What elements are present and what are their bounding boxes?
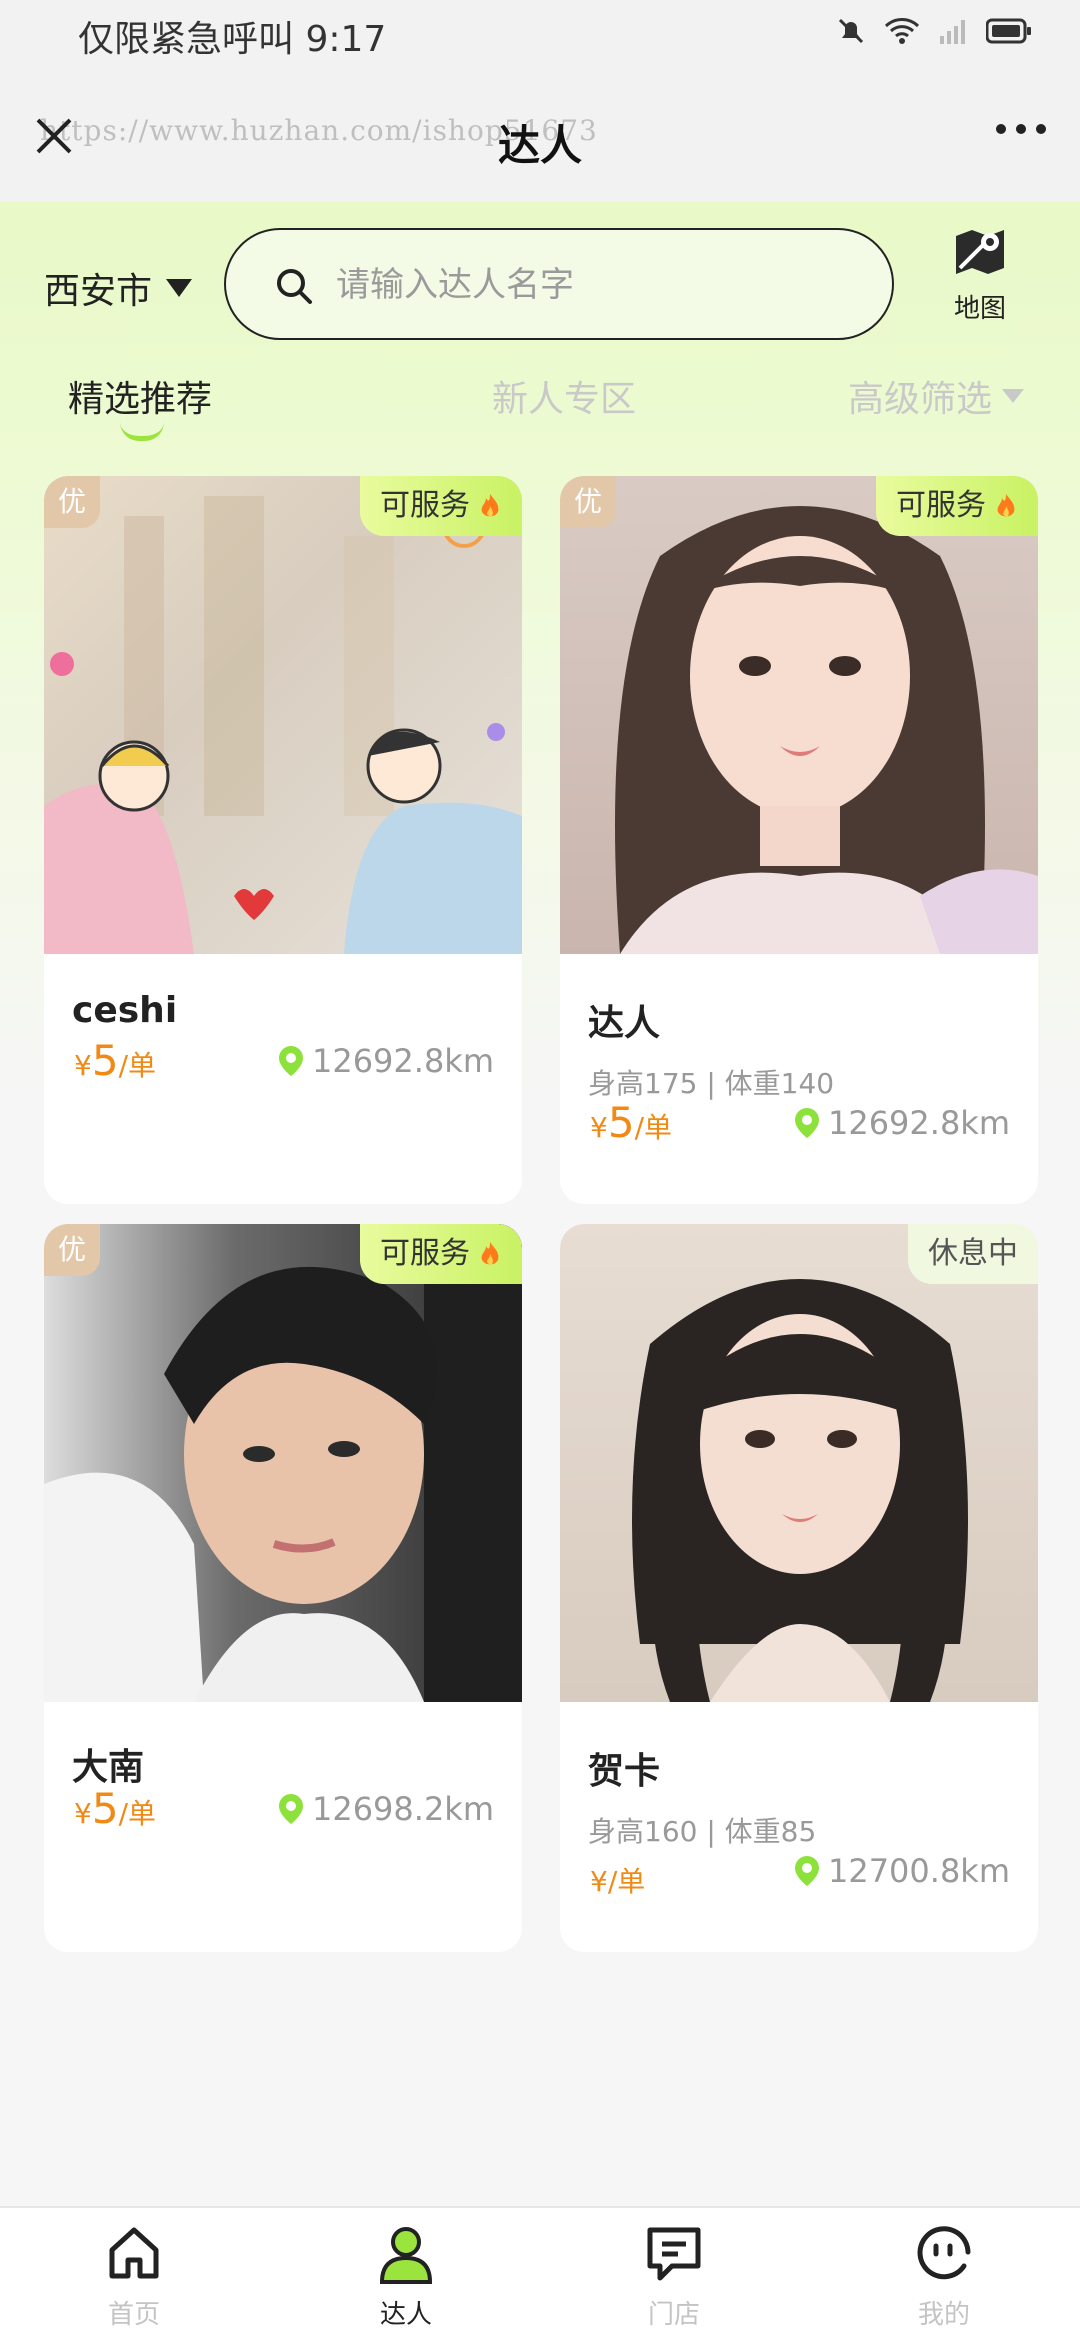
- status-badge: 可服务: [360, 1224, 522, 1284]
- distance-value: 12692.8km: [827, 1104, 1010, 1142]
- talent-name: 大南: [72, 1747, 145, 1788]
- page-title: 达人: [497, 121, 582, 170]
- home-icon: [109, 2227, 159, 2279]
- tab-newcomers[interactable]: 新人专区: [492, 370, 636, 422]
- person-icon: [379, 2227, 433, 2284]
- tabbar-label: 门店: [647, 2300, 700, 2330]
- city-label: 西安市: [44, 271, 153, 312]
- price: ¥/单: [590, 1852, 645, 1901]
- location-pin-icon: [278, 1794, 303, 1824]
- distance: 12692.8km: [278, 1042, 494, 1080]
- tab-indicator: [120, 422, 164, 441]
- distance: 12692.8km: [794, 1104, 1010, 1142]
- tabbar-label: 首页: [107, 2300, 160, 2330]
- fire-icon: [481, 1242, 499, 1265]
- tab-advanced-filter[interactable]: 高级筛选: [848, 370, 1025, 422]
- premium-badge: 优: [44, 1224, 100, 1276]
- price: ¥5/单: [74, 1036, 156, 1085]
- tab-label: 精选推荐: [68, 379, 213, 420]
- price: ¥5/单: [74, 1784, 156, 1833]
- signal-icon: [940, 20, 965, 44]
- tabbar-item-home[interactable]: 首页: [74, 2222, 194, 2331]
- price-unit: /单: [118, 1049, 156, 1082]
- tab-featured[interactable]: 精选推荐: [68, 370, 213, 441]
- location-pin-icon: [794, 1856, 819, 1886]
- tabbar-label: 我的: [917, 2300, 970, 2330]
- more-menu-icon[interactable]: [996, 124, 1046, 134]
- location-pin-icon: [278, 1046, 303, 1076]
- tabbar-item-mine[interactable]: 我的: [884, 2222, 1004, 2331]
- distance-value: 12692.8km: [311, 1042, 494, 1080]
- status-label: 可服务: [380, 1236, 470, 1271]
- currency-symbol: ¥: [590, 1111, 608, 1144]
- talent-photo: [44, 1224, 522, 1702]
- search-bar[interactable]: [224, 228, 894, 340]
- filter-tabs: 精选推荐 新人专区 高级筛选: [0, 370, 1080, 441]
- nav-bar: https://www.huzhan.com/ishop51673 达人: [0, 72, 1080, 202]
- status-badge: 可服务: [360, 476, 522, 536]
- talent-card[interactable]: 休息中 贺卡 身高160 | 体重85 ¥/单 12700.8km: [560, 1224, 1038, 1952]
- currency-symbol: ¥: [74, 1049, 92, 1082]
- price-unit: /单: [118, 1797, 156, 1830]
- status-bar: 仅限紧急呼叫 9:17: [0, 0, 1080, 72]
- fire-icon: [997, 494, 1015, 517]
- status-label: 可服务: [896, 488, 986, 523]
- tabbar-item-talent[interactable]: 达人: [346, 2222, 466, 2331]
- talent-meta: 身高175 | 体重140: [588, 1067, 835, 1100]
- talent-photo: [560, 476, 1038, 954]
- search-icon: [277, 269, 312, 304]
- price-value: 5: [91, 1036, 119, 1085]
- price-value: 5: [607, 1098, 635, 1147]
- currency-symbol: ¥: [590, 1865, 608, 1898]
- wifi-icon: [884, 18, 920, 44]
- price-unit: /单: [607, 1865, 646, 1898]
- price: ¥5/单: [590, 1098, 672, 1147]
- price-unit: /单: [634, 1111, 672, 1144]
- talent-photo: [44, 476, 522, 954]
- talent-card[interactable]: 优 可服务 大南 ¥5/单 12698.2km: [44, 1224, 522, 1952]
- distance-value: 12698.2km: [311, 1790, 494, 1828]
- mute-bell-icon: [838, 18, 864, 44]
- status-icons: [836, 16, 1032, 46]
- status-badge: 可服务: [876, 476, 1038, 536]
- premium-badge: 优: [44, 476, 100, 528]
- status-label: 可服务: [380, 488, 470, 523]
- premium-badge: 优: [560, 476, 616, 528]
- talent-card[interactable]: 优 可服务 ceshi ¥5/单 12692.8km: [44, 476, 522, 1204]
- search-input[interactable]: [334, 258, 858, 312]
- map-label: 地图: [953, 294, 1006, 324]
- face-icon: [917, 2226, 971, 2280]
- tab-label: 高级筛选: [848, 379, 993, 420]
- bottom-tab-bar: 首页 达人 门店 我的: [0, 2206, 1080, 2342]
- tabbar-label: 达人: [379, 2300, 432, 2330]
- distance: 12698.2km: [278, 1790, 494, 1828]
- message-icon: [647, 2227, 701, 2281]
- distance: 12700.8km: [794, 1852, 1010, 1890]
- talent-name: 贺卡: [588, 1751, 661, 1792]
- fire-icon: [481, 494, 499, 517]
- status-badge: 休息中: [908, 1224, 1038, 1284]
- map-button[interactable]: 地图: [948, 224, 1012, 325]
- caret-down-icon: [166, 279, 193, 297]
- distance-value: 12700.8km: [827, 1852, 1010, 1890]
- talent-photo: [560, 1224, 1038, 1702]
- caret-down-icon: [1002, 389, 1025, 403]
- tabbar-item-store[interactable]: 门店: [614, 2222, 734, 2331]
- talent-name: 达人: [588, 1003, 661, 1044]
- status-text: 仅限紧急呼叫 9:17: [78, 19, 387, 60]
- price-value: 5: [91, 1784, 119, 1833]
- currency-symbol: ¥: [74, 1797, 92, 1830]
- map-pin-icon: [956, 230, 1004, 274]
- city-selector[interactable]: 西安市: [44, 262, 193, 314]
- battery-icon: [986, 18, 1031, 44]
- location-pin-icon: [794, 1108, 819, 1138]
- tab-label: 新人专区: [492, 379, 637, 420]
- status-label: 休息中: [928, 1236, 1018, 1271]
- talent-card[interactable]: 优 可服务 达人 身高175 | 体重140 ¥5/单 12692.8km: [560, 476, 1038, 1204]
- talent-meta: 身高160 | 体重85: [588, 1815, 817, 1848]
- talent-name: ceshi: [72, 990, 178, 1031]
